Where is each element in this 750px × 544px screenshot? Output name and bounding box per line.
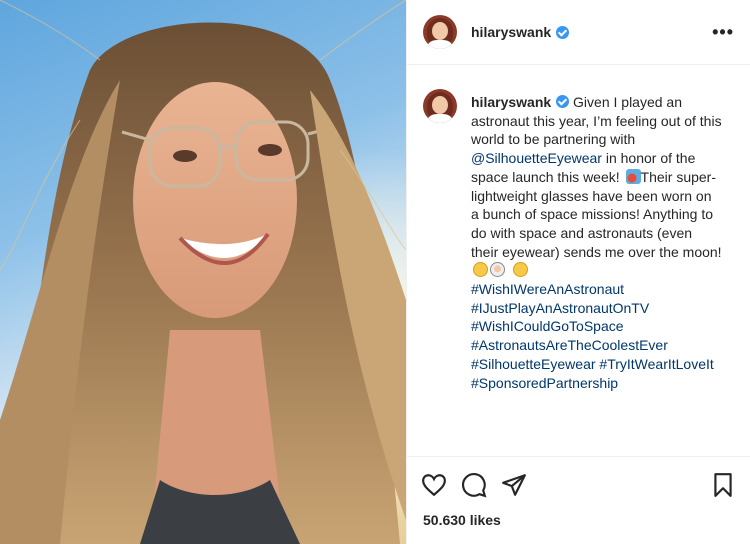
- instagram-post: hilaryswank ••• hilaryswank Given I play…: [0, 0, 750, 544]
- hashtag-link[interactable]: #IJustPlayAnAstronautOnTV: [471, 299, 723, 318]
- heart-icon[interactable]: [421, 472, 447, 498]
- post-sidebar: hilaryswank ••• hilaryswank Given I play…: [406, 0, 750, 544]
- hashtag-link[interactable]: #AstronautsAreTheCoolestEver: [471, 336, 723, 355]
- more-options-icon[interactable]: •••: [712, 23, 734, 41]
- astronaut-emoji: [490, 262, 505, 278]
- post-photo[interactable]: [0, 0, 406, 544]
- caption-avatar[interactable]: [423, 89, 457, 123]
- share-icon[interactable]: [501, 472, 527, 498]
- header-username[interactable]: hilaryswank: [471, 24, 551, 40]
- verified-badge-icon: [556, 95, 570, 108]
- bookmark-icon[interactable]: [710, 472, 736, 498]
- selfie-image: [0, 0, 406, 544]
- hashtag-link[interactable]: #WishICouldGoToSpace: [471, 317, 723, 336]
- caption: hilaryswank Given I played an astronaut …: [407, 65, 750, 456]
- caption-text: hilaryswank Given I played an astronaut …: [471, 93, 723, 392]
- action-bar: [407, 456, 750, 512]
- hashtag-link[interactable]: #SponsoredPartnership: [471, 374, 723, 393]
- comment-icon[interactable]: [461, 472, 487, 498]
- likes-count[interactable]: 50.630 likes: [407, 512, 750, 544]
- caption-username[interactable]: hilaryswank: [471, 94, 551, 110]
- hashtag-link[interactable]: #SilhouetteEyewear #TryItWearItLoveIt: [471, 355, 723, 374]
- mention-link[interactable]: @SilhouetteEyewear: [471, 150, 602, 166]
- avatar[interactable]: [423, 15, 457, 49]
- rocket-emoji: [625, 168, 641, 184]
- hashtag-link[interactable]: #WishIWereAnAstronaut: [471, 280, 723, 299]
- verified-badge-icon: [556, 25, 570, 39]
- laughing-emoji: [473, 262, 488, 278]
- smile-emoji: [513, 262, 528, 278]
- post-header: hilaryswank •••: [407, 0, 750, 65]
